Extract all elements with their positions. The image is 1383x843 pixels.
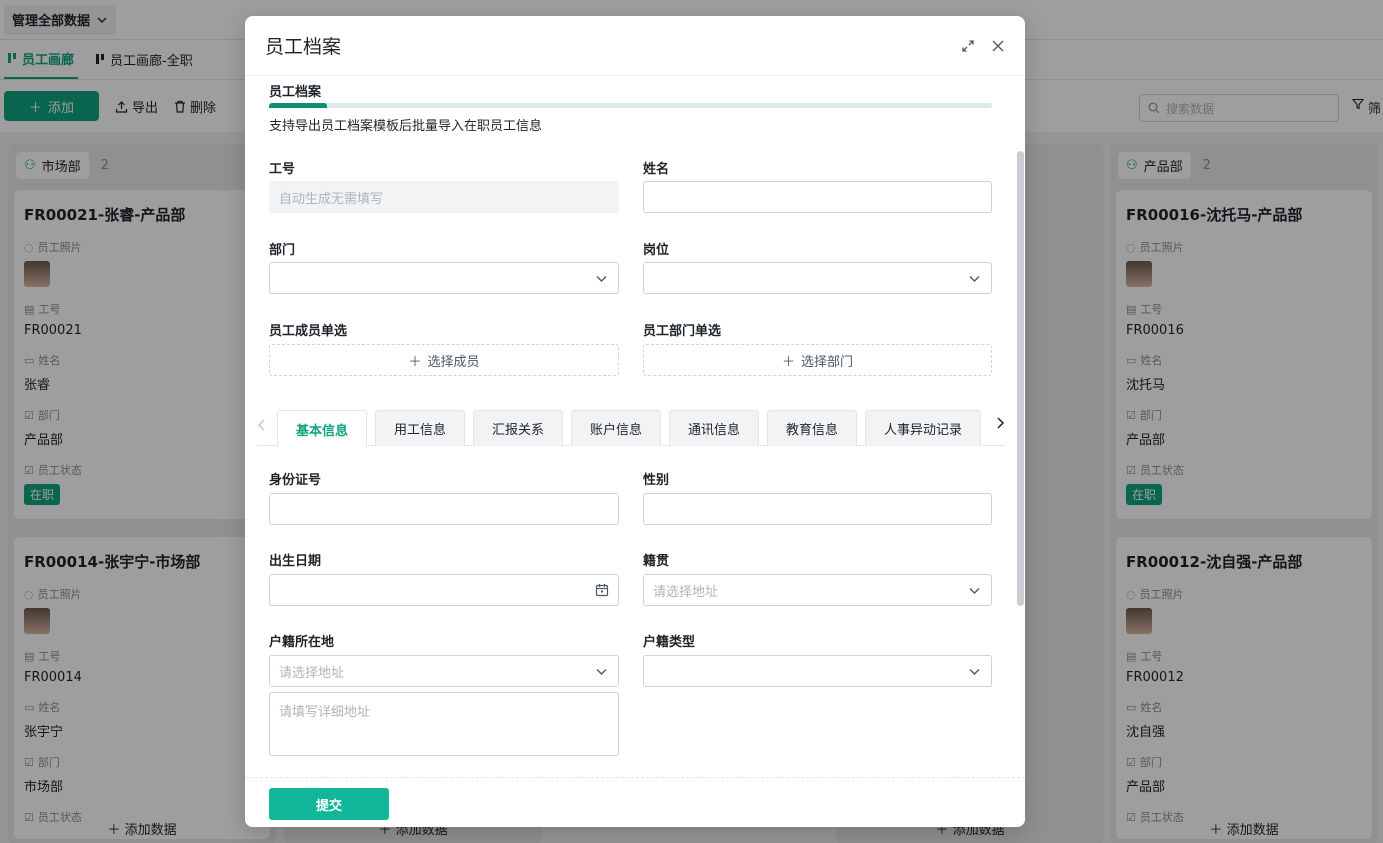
household-detail-textarea[interactable]: 请填写详细地址	[269, 692, 619, 756]
chevron-left-icon[interactable]	[257, 418, 267, 436]
emp-no-label: 工号	[269, 162, 296, 177]
select-dept-label: 选择部门	[801, 354, 854, 370]
tab-education-info[interactable]: 教育信息	[767, 410, 857, 446]
modal-header: 员工档案	[245, 16, 1025, 76]
gender-label: 性别	[643, 473, 670, 488]
tab-account-info[interactable]: 账户信息	[571, 410, 661, 446]
section-title: 员工档案	[269, 85, 322, 100]
select-member-button[interactable]: ＋ 选择成员	[269, 344, 619, 376]
info-tabs: 基本信息 用工信息 汇报关系 账户信息 通讯信息 教育信息 人事异动记录	[257, 410, 1005, 447]
tab-contact-info[interactable]: 通讯信息	[669, 410, 759, 446]
chevron-down-icon	[969, 276, 980, 282]
emp-no-field: 自动生成无需填写	[269, 181, 619, 213]
native-place-label: 籍贯	[643, 554, 670, 569]
plus-icon: ＋	[408, 354, 422, 370]
emp-no-placeholder: 自动生成无需填写	[279, 191, 384, 207]
id-card-field[interactable]	[269, 493, 619, 525]
dept-select[interactable]	[269, 262, 619, 294]
modal-footer: 提交	[245, 777, 1025, 827]
chevron-right-icon[interactable]	[995, 416, 1005, 434]
submit-button[interactable]: 提交	[269, 788, 389, 820]
plus-icon: ＋	[781, 354, 795, 370]
household-location-select[interactable]: 请选择地址	[269, 655, 619, 687]
modal-body[interactable]: 员工档案 支持导出员工档案模板后批量导入在职员工信息 工号 自动生成无需填写 姓…	[245, 76, 1025, 777]
modal-actions	[961, 39, 1005, 53]
dept-label: 部门	[269, 243, 296, 258]
modal-title: 员工档案	[265, 36, 342, 58]
household-type-select[interactable]	[643, 655, 992, 687]
household-location-placeholder: 请选择地址	[279, 665, 345, 681]
chevron-down-icon	[596, 276, 607, 282]
birth-date-label: 出生日期	[269, 554, 322, 569]
gender-field[interactable]	[643, 493, 992, 525]
position-select[interactable]	[643, 262, 992, 294]
employee-archive-modal: 员工档案 员工档案 支持导出员工档案模板后批量导入在职员工信息 工号 自动生成无…	[245, 16, 1025, 827]
member-single-label: 员工成员单选	[269, 324, 348, 339]
dept-single-label: 员工部门单选	[643, 324, 722, 339]
household-location-label: 户籍所在地	[269, 635, 335, 650]
tab-hr-changes[interactable]: 人事异动记录	[865, 410, 981, 446]
chevron-down-icon	[969, 669, 980, 675]
chevron-down-icon	[596, 669, 607, 675]
tab-reporting[interactable]: 汇报关系	[473, 410, 563, 446]
tab-employment-info[interactable]: 用工信息	[375, 410, 465, 446]
native-place-placeholder: 请选择地址	[653, 584, 719, 600]
native-place-select[interactable]: 请选择地址	[643, 574, 992, 606]
chevron-down-icon	[969, 588, 980, 594]
progress-bar	[269, 103, 992, 108]
tab-basic-info[interactable]: 基本信息	[277, 410, 367, 447]
household-type-label: 户籍类型	[643, 635, 696, 650]
scrollbar[interactable]	[1017, 151, 1024, 606]
select-dept-button[interactable]: ＋ 选择部门	[643, 344, 992, 376]
expand-icon[interactable]	[961, 39, 975, 53]
name-field[interactable]	[643, 181, 992, 213]
position-label: 岗位	[643, 243, 670, 258]
id-card-label: 身份证号	[269, 473, 322, 488]
birth-date-picker[interactable]	[269, 574, 619, 606]
close-icon[interactable]	[991, 39, 1005, 53]
name-label: 姓名	[643, 162, 670, 177]
section-description: 支持导出员工档案模板后批量导入在职员工信息	[269, 119, 543, 134]
calendar-icon	[595, 584, 609, 597]
select-member-label: 选择成员	[427, 354, 480, 370]
household-detail-placeholder: 请填写详细地址	[279, 705, 371, 720]
progress-fill	[269, 103, 327, 108]
